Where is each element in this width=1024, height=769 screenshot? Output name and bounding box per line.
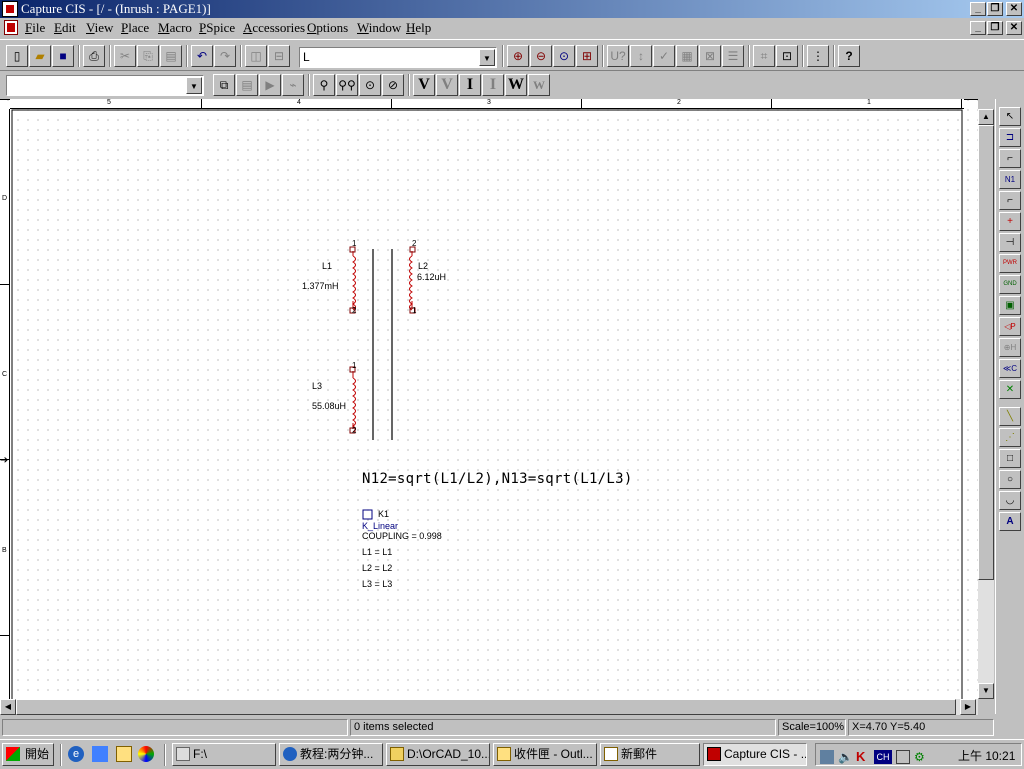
task-new-mail[interactable]: 新郵件: [600, 743, 700, 766]
scroll-down-icon[interactable]: ▼: [978, 683, 994, 699]
doc-close-icon[interactable]: ✕: [1006, 21, 1022, 35]
L2-ref[interactable]: L2: [418, 261, 428, 271]
desktop-icon[interactable]: [92, 746, 108, 762]
place-line-icon[interactable]: ╲: [999, 407, 1021, 426]
keyboard-icon[interactable]: [896, 750, 910, 764]
windows-logo-icon: [6, 747, 20, 761]
media-player-icon[interactable]: [138, 746, 154, 762]
doc-restore-icon[interactable]: ❐: [987, 21, 1003, 35]
inductor-L1: [349, 246, 356, 314]
k1-coupling[interactable]: COUPLING = 0.998: [362, 531, 442, 541]
L3-value[interactable]: 55.08uH: [312, 401, 346, 411]
language-indicator[interactable]: CH: [874, 750, 892, 764]
place-bus-icon[interactable]: ⌐: [999, 191, 1021, 210]
k1-l2[interactable]: L2 = L2: [362, 563, 392, 573]
L1-ref[interactable]: L1: [322, 261, 332, 271]
scroll-up-icon[interactable]: ▲: [978, 109, 994, 125]
hierarchical-pin-icon[interactable]: ⊕H: [999, 338, 1021, 357]
draw-palette: ↖ ⊐ ⌐ N1 ⌐ + ⊣ PWR GND ▣ ◁P ⊕H ≪C ✕ ╲ ⋰ …: [995, 99, 1024, 714]
L1-pin-top: 1: [352, 239, 357, 248]
k1-model[interactable]: K_Linear: [362, 521, 398, 531]
maximize-icon[interactable]: ❐: [987, 2, 1003, 16]
ie-icon[interactable]: e: [68, 746, 84, 762]
scale-status: Scale=100%: [778, 719, 846, 736]
L1-pin-bottom: 2: [352, 306, 357, 315]
k-part-icon: [362, 509, 373, 520]
L3-ref[interactable]: L3: [312, 381, 322, 391]
scroll-left-icon[interactable]: ◀: [0, 699, 16, 715]
taskbar-separator: [164, 744, 166, 766]
folder-icon: [390, 747, 404, 761]
task-folder[interactable]: D:\OrCAD_10...: [386, 743, 490, 766]
schematic-drawing: [11, 109, 963, 699]
place-part-icon[interactable]: ⊐: [999, 128, 1021, 147]
status-bar: 0 items selected Scale=100% X=4.70 Y=5.4…: [0, 716, 1024, 738]
task-label: D:\OrCAD_10...: [407, 747, 490, 761]
taskbar-separator: [60, 744, 62, 766]
task-label: 新郵件: [621, 747, 658, 761]
ellipse-icon[interactable]: ○: [999, 470, 1021, 489]
drive-icon: [176, 747, 190, 761]
capture-app-icon: [707, 747, 721, 761]
L2-value[interactable]: 6.12uH: [417, 272, 446, 282]
task-label: 教程:两分钟...: [300, 747, 374, 761]
task-label: Capture CIS - ...: [724, 747, 807, 761]
task-capture-cis[interactable]: Capture CIS - ...: [703, 743, 807, 766]
system-tray: 🔈 K CH ⚙ 上午 10:21: [815, 743, 1022, 766]
task-label: 收件匣 - Outl...: [514, 747, 593, 761]
off-page-connector-icon[interactable]: ≪C: [999, 359, 1021, 378]
start-button[interactable]: 開始: [2, 743, 54, 766]
task-label: F:\: [193, 747, 207, 761]
vertical-scroll-thumb[interactable]: [978, 125, 994, 580]
horizontal-scrollbar[interactable]: ◀ ▶: [0, 699, 978, 715]
clock: 上午 10:21: [958, 749, 1016, 763]
power-icon[interactable]: PWR: [999, 254, 1021, 273]
no-connect-icon[interactable]: ✕: [999, 380, 1021, 399]
text-icon[interactable]: A: [999, 512, 1021, 531]
selection-status: 0 items selected: [350, 719, 776, 736]
coordinate-status: X=4.70 Y=5.40: [848, 719, 994, 736]
L3-pin-bottom: 2: [352, 426, 357, 435]
place-wire-icon[interactable]: ⌐: [999, 149, 1021, 168]
browser-icon: [283, 747, 297, 761]
mail-icon: [604, 747, 618, 761]
scroll-right-icon[interactable]: ▶: [960, 699, 976, 715]
k-app-icon[interactable]: K: [856, 750, 870, 764]
inbox-icon: [497, 747, 511, 761]
task-inbox[interactable]: 收件匣 - Outl...: [493, 743, 597, 766]
horizontal-scroll-thumb[interactable]: [16, 699, 956, 715]
inductor-L2: [409, 246, 416, 314]
k1-l1[interactable]: L1 = L1: [362, 547, 392, 557]
rectangle-icon[interactable]: □: [999, 449, 1021, 468]
task-browser[interactable]: 教程:两分钟...: [279, 743, 383, 766]
L2-pin-bottom: 1: [412, 306, 417, 315]
outlook-icon[interactable]: [116, 746, 132, 762]
formula-text[interactable]: N12=sqrt(L1/L2),N13=sqrt(L1/L3): [362, 471, 633, 487]
net-alias-icon[interactable]: N1: [999, 170, 1021, 189]
network-icon[interactable]: ⚙: [914, 750, 928, 764]
taskbar: 開始 e F:\ 教程:两分钟... D:\OrCAD_10... 收件匣 - …: [0, 739, 1024, 769]
junction-icon[interactable]: +: [999, 212, 1021, 231]
L3-pin-top: 1: [352, 361, 357, 370]
page-border: [11, 109, 963, 699]
volume-icon[interactable]: 🔈: [838, 750, 853, 764]
hierarchical-port-icon[interactable]: ◁P: [999, 317, 1021, 336]
polyline-icon[interactable]: ⋰: [999, 428, 1021, 447]
inductor-L3: [349, 366, 356, 434]
k1-l3[interactable]: L3 = L3: [362, 579, 392, 589]
select-icon[interactable]: ↖: [999, 107, 1021, 126]
arc-icon[interactable]: ◡: [999, 491, 1021, 510]
vertical-scrollbar[interactable]: ▲ ▼: [978, 109, 994, 699]
status-panel-empty: [2, 719, 348, 736]
start-label: 開始: [25, 747, 50, 761]
task-explorer[interactable]: F:\: [172, 743, 276, 766]
ground-icon[interactable]: GND: [999, 275, 1021, 294]
bus-entry-icon[interactable]: ⊣: [999, 233, 1021, 252]
k1-ref[interactable]: K1: [378, 509, 389, 519]
monitor-icon[interactable]: [820, 750, 834, 764]
close-icon[interactable]: ✕: [1006, 2, 1022, 16]
L1-value[interactable]: 1.377mH: [302, 281, 339, 291]
L2-pin-top: 2: [412, 239, 417, 248]
hierarchical-block-icon[interactable]: ▣: [999, 296, 1021, 315]
